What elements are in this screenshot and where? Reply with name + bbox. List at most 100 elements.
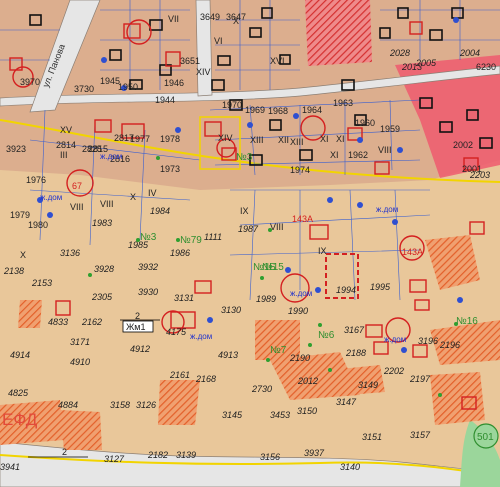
parcel-label: 2814 xyxy=(56,140,76,150)
parcel-label: 1980 xyxy=(28,220,48,230)
parcel-label: 1987 xyxy=(238,224,259,234)
blue-label: ж.дом xyxy=(100,152,122,161)
roman-label: IX xyxy=(240,206,249,216)
roman-label: XIV xyxy=(218,133,233,143)
parcel-label: 4914 xyxy=(10,350,30,360)
parcel-label: 2138 xyxy=(3,266,24,276)
parcel-label: 3145 xyxy=(222,410,243,420)
parcel-label: 1974 xyxy=(290,165,310,175)
parcel-label: 3196 xyxy=(418,336,438,346)
roman-label: XIV xyxy=(196,67,211,77)
roman-label: XI xyxy=(330,150,339,160)
parcel-label: 2196 xyxy=(439,340,460,350)
label-layer: ул. Панова 3649 3647 1945 1950 1946 3651… xyxy=(0,12,496,472)
parcel-label: 1960 xyxy=(355,118,375,128)
parcel-label: 4833 xyxy=(48,317,68,327)
blue-label: ж.дом xyxy=(376,205,398,214)
parcel-label: 1944 xyxy=(155,95,175,105)
parcel-label: 2162 xyxy=(81,317,102,327)
roman-label: IX xyxy=(318,246,327,256)
roman-label: XIII xyxy=(250,135,264,145)
parcel-label: 2012 xyxy=(297,376,318,386)
green-label: №7 xyxy=(270,345,287,356)
red-label: 143А xyxy=(402,247,423,257)
parcel-label: 3970 xyxy=(20,77,40,87)
cadastral-map[interactable]: ул. Панова 3649 3647 1945 1950 1946 3651… xyxy=(0,0,500,487)
roman-label: X xyxy=(233,16,239,26)
corner-label: 501 xyxy=(477,432,494,443)
roman-label: XI xyxy=(336,134,345,144)
parcel-label: 3156 xyxy=(260,452,280,462)
parcel-label: 3147 xyxy=(336,397,357,407)
green-label: №79 xyxy=(180,235,202,246)
parcel-label: 3937 xyxy=(304,448,325,458)
red-label: 143А xyxy=(292,214,313,224)
blue-label: ж.дом xyxy=(290,289,312,298)
parcel-label: 1964 xyxy=(302,105,322,115)
parcel-label: 2004 xyxy=(459,48,480,58)
green-label: №3 xyxy=(140,232,157,243)
roman-label: XVI xyxy=(270,56,285,66)
parcel-label: 3453 xyxy=(270,410,290,420)
roman-label: XV xyxy=(60,125,72,135)
parcel-label: 2305 xyxy=(91,292,113,302)
parcel-label: 3932 xyxy=(138,262,158,272)
roman-label: VI xyxy=(214,36,223,46)
parcel-label: 1946 xyxy=(164,78,184,88)
parcel-label: 4175 xyxy=(166,327,187,337)
parcel-label: 1950 xyxy=(118,82,138,92)
roman-label: VIII xyxy=(70,202,84,212)
roman-label: XIII xyxy=(290,137,304,147)
green-label: №1Б xyxy=(253,262,276,273)
parcel-label: 3649 xyxy=(200,12,220,22)
parcel-label: 1995 xyxy=(370,282,391,292)
parcel-label: 2028 xyxy=(389,48,410,58)
roman-label: VIII xyxy=(378,145,392,155)
parcel-label: 2202 xyxy=(383,366,404,376)
top-right-label: 6230 xyxy=(476,62,496,72)
bottom-number: 2 xyxy=(62,447,67,457)
roman-label: XI xyxy=(320,134,329,144)
parcel-label: 3171 xyxy=(70,337,90,347)
parcel-label: 4912 xyxy=(130,344,150,354)
parcel-label: 2153 xyxy=(31,278,52,288)
parcel-label: 1978 xyxy=(160,134,180,144)
blue-label: ж.дом xyxy=(190,332,212,341)
zone-callout: Жм1 2 xyxy=(120,311,160,333)
parcel-label: 1994 xyxy=(336,285,356,295)
parcel-label: 3149 xyxy=(358,380,378,390)
roman-label: IV xyxy=(148,188,157,198)
parcel-label: 1973 xyxy=(160,164,180,174)
parcel-label: 3158 xyxy=(110,400,130,410)
parcel-label: 3140 xyxy=(340,462,360,472)
zone-label: Жм1 xyxy=(126,322,146,332)
blue-label: ж.дом xyxy=(384,335,406,344)
callout-number: 2 xyxy=(135,311,140,321)
parcel-label: 1983 xyxy=(92,218,112,228)
parcel-label: 4884 xyxy=(58,400,78,410)
parcel-label: 2168 xyxy=(195,374,216,384)
parcel-label: 1989 xyxy=(256,294,276,304)
parcel-label: 3131 xyxy=(174,293,194,303)
parcel-label: 1986 xyxy=(170,248,190,258)
parcel-label: 2190 xyxy=(289,353,310,363)
parcel-label: 1984 xyxy=(150,206,170,216)
street-name: ул. Панова xyxy=(41,43,67,89)
parcel-label: 3150 xyxy=(297,406,317,416)
parcel-label: 2013 xyxy=(401,62,422,72)
parcel-label: 2161 xyxy=(169,370,190,380)
parcel-label: 1990 xyxy=(288,306,308,316)
parcel-label: 3167 xyxy=(344,325,365,335)
parcel-label: 4910 xyxy=(70,357,90,367)
green-label: №16 xyxy=(456,316,478,327)
green-labels: №79 №3 №15 №16 №6 №7 №1Б №3 xyxy=(140,152,478,356)
district-label: ЕФД xyxy=(2,410,38,429)
parcel-label: 2730 xyxy=(251,384,272,394)
roman-numeral-labels: VII VI X XI XII XIII XIV XV III IV VIII … xyxy=(20,14,392,260)
parcel-label: 3130 xyxy=(221,305,241,315)
green-label: №3 xyxy=(236,152,253,163)
parcel-label: 2817 xyxy=(114,133,134,143)
parcel-label: 2002 xyxy=(453,140,473,150)
blue-label: ж.дом xyxy=(40,193,62,202)
parcel-label: 2188 xyxy=(345,348,366,358)
